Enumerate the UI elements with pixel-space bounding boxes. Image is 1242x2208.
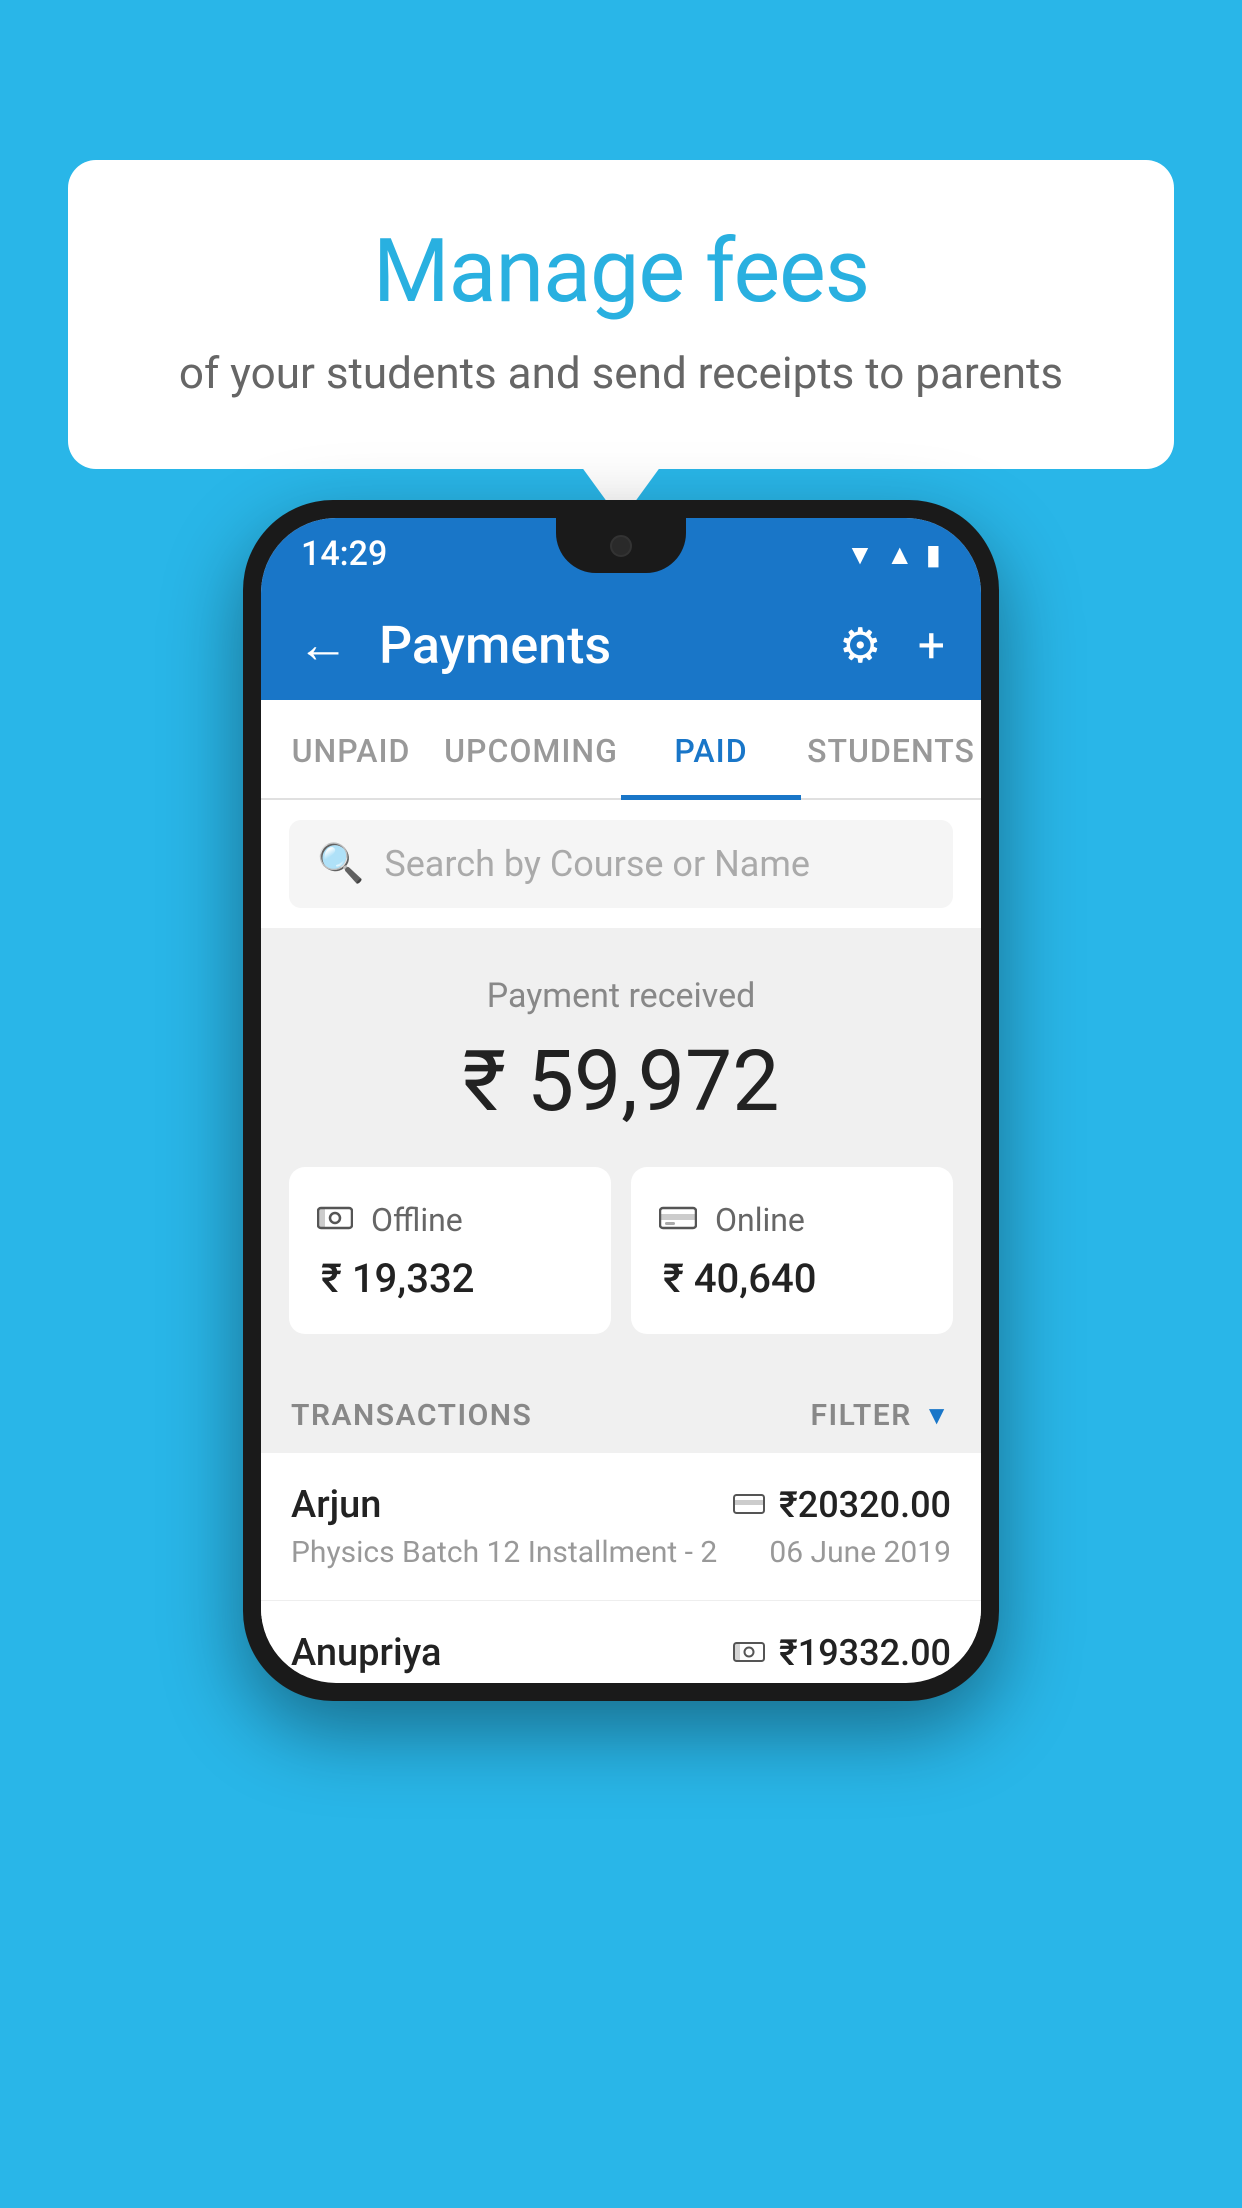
filter-icon: ▼ xyxy=(924,1400,951,1431)
transaction-date-1: 06 June 2019 xyxy=(769,1535,951,1570)
transaction-amount-2: ₹19332.00 xyxy=(779,1632,951,1674)
page-title: Payments xyxy=(379,615,809,676)
filter-button[interactable]: FILTER ▼ xyxy=(811,1398,952,1433)
app-bar: ← Payments ⚙ + xyxy=(261,590,981,700)
offline-card-header: Offline xyxy=(317,1199,583,1241)
transaction-row: Arjun ₹20320.00 Physics xyxy=(261,1453,981,1601)
offline-card: Offline ₹ 19,332 xyxy=(289,1167,611,1334)
bubble-title: Manage fees xyxy=(148,220,1094,323)
search-container: 🔍 Search by Course or Name xyxy=(261,800,981,928)
back-button[interactable]: ← xyxy=(297,619,349,671)
transaction-bottom-1: Physics Batch 12 Installment - 2 06 June… xyxy=(291,1535,951,1570)
battery-icon: ▮ xyxy=(926,538,941,571)
speech-bubble-container: Manage fees of your students and send re… xyxy=(68,160,1174,469)
background: Manage fees of your students and send re… xyxy=(0,0,1242,2208)
transaction-row-partial: Anupriya ₹19332.00 xyxy=(261,1601,981,1675)
tab-upcoming[interactable]: UPCOMING xyxy=(441,700,621,798)
search-bar[interactable]: 🔍 Search by Course or Name xyxy=(289,820,953,908)
tabs-bar: UNPAID UPCOMING PAID STUDENTS xyxy=(261,700,981,800)
transaction-right-1: ₹20320.00 xyxy=(733,1484,951,1526)
bubble-subtitle: of your students and send receipts to pa… xyxy=(148,347,1094,399)
online-amount: ₹ 40,640 xyxy=(659,1255,925,1302)
status-icons: ▼ ▲ ▮ xyxy=(846,538,941,571)
speech-bubble: Manage fees of your students and send re… xyxy=(68,160,1174,469)
notch xyxy=(556,518,686,573)
search-icon: 🔍 xyxy=(317,842,364,886)
transaction-course-1: Physics Batch 12 Installment - 2 xyxy=(291,1535,717,1570)
payment-summary: Payment received ₹ 59,972 xyxy=(261,928,981,1167)
transactions-label: TRANSACTIONS xyxy=(291,1398,532,1433)
online-card-header: Online xyxy=(659,1199,925,1241)
tab-students[interactable]: STUDENTS xyxy=(801,700,981,798)
tab-paid[interactable]: PAID xyxy=(621,700,801,798)
status-bar: 14:29 ▼ ▲ ▮ xyxy=(261,518,981,590)
app-bar-icons: ⚙ + xyxy=(839,617,945,674)
transaction-name-2: Anupriya xyxy=(291,1631,441,1675)
camera-dot xyxy=(610,535,632,557)
cash-payment-icon xyxy=(733,1634,765,1672)
online-card: Online ₹ 40,640 xyxy=(631,1167,953,1334)
payment-received-label: Payment received xyxy=(291,976,951,1016)
signal-icon: ▲ xyxy=(886,538,914,571)
transaction-top-1: Arjun ₹20320.00 xyxy=(291,1483,951,1527)
content-area: 🔍 Search by Course or Name Payment recei… xyxy=(261,800,981,1675)
card-icon xyxy=(659,1199,697,1241)
transaction-right-2: ₹19332.00 xyxy=(733,1632,951,1674)
cash-icon xyxy=(317,1199,353,1241)
search-placeholder-text: Search by Course or Name xyxy=(384,843,810,885)
add-icon[interactable]: + xyxy=(918,617,945,674)
filter-label: FILTER xyxy=(811,1398,912,1433)
transaction-amount-1: ₹20320.00 xyxy=(779,1484,951,1526)
offline-label: Offline xyxy=(371,1201,463,1239)
card-payment-icon xyxy=(733,1486,765,1524)
payment-total-amount: ₹ 59,972 xyxy=(291,1032,951,1131)
transaction-name-1: Arjun xyxy=(291,1483,381,1527)
settings-icon[interactable]: ⚙ xyxy=(839,617,882,674)
transaction-top-2: Anupriya ₹19332.00 xyxy=(291,1631,951,1675)
status-time: 14:29 xyxy=(301,534,387,574)
offline-amount: ₹ 19,332 xyxy=(317,1255,583,1302)
online-label: Online xyxy=(715,1201,805,1239)
wifi-icon: ▼ xyxy=(846,538,874,571)
tab-unpaid[interactable]: UNPAID xyxy=(261,700,441,798)
phone-inner: 14:29 ▼ ▲ ▮ ← Payments ⚙ + xyxy=(261,518,981,1683)
transactions-header: TRANSACTIONS FILTER ▼ xyxy=(261,1370,981,1453)
payment-cards: Offline ₹ 19,332 xyxy=(261,1167,981,1370)
phone-frame: 14:29 ▼ ▲ ▮ ← Payments ⚙ + xyxy=(243,500,999,1701)
